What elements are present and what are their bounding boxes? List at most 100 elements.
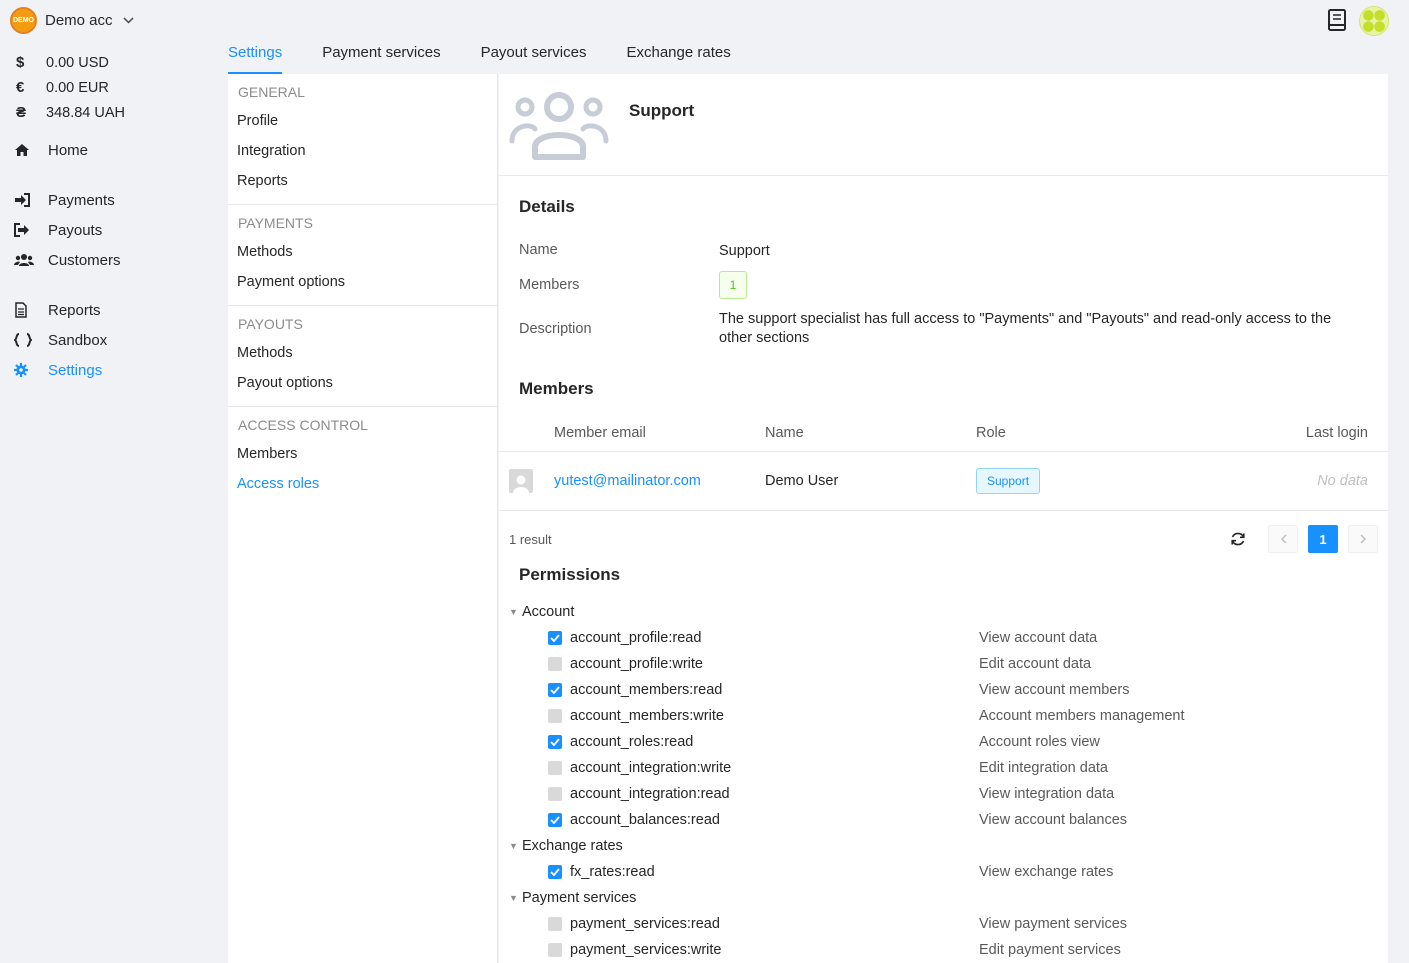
menu-item-payment-options[interactable]: Payment options	[228, 267, 497, 297]
menu-item-payout-options[interactable]: Payout options	[228, 368, 497, 398]
book-icon[interactable]	[1327, 8, 1347, 34]
menu-item-profile[interactable]: Profile	[228, 106, 497, 136]
member-name: Demo User	[765, 473, 839, 489]
prev-page-button[interactable]	[1268, 525, 1298, 553]
sign-in-icon	[14, 193, 48, 207]
permission-description: View account members	[979, 682, 1130, 698]
menu-group-payments: PAYMENTS Methods Payment options	[228, 205, 497, 306]
menu-item-payout-methods[interactable]: Methods	[228, 338, 497, 368]
refresh-icon[interactable]	[1230, 531, 1246, 547]
detail-row-members: Members 1	[519, 271, 1359, 299]
menu-item-members[interactable]: Members	[228, 439, 497, 469]
header-last-login[interactable]: Last login	[1276, 425, 1378, 441]
caret-down-icon[interactable]: ▼	[509, 607, 522, 617]
menu-item-payment-methods[interactable]: Methods	[228, 237, 497, 267]
permission-item: account_members:write Account members man…	[509, 703, 1379, 729]
permission-checkbox[interactable]	[548, 813, 562, 827]
permission-key: fx_rates:read	[570, 864, 655, 880]
menu-group-payouts: PAYOUTS Methods Payout options	[228, 306, 497, 407]
header-role[interactable]: Role	[976, 425, 1276, 441]
permission-group-name: Exchange rates	[522, 838, 623, 854]
permission-checkbox[interactable]	[548, 683, 562, 697]
table-row[interactable]: yutest@mailinator.com Demo User Support …	[499, 452, 1388, 511]
nav-label: Reports	[48, 301, 101, 319]
permission-checkbox[interactable]	[548, 709, 562, 723]
menu-group-general: GENERAL Profile Integration Reports	[228, 74, 497, 205]
nav-item-payouts[interactable]: Payouts	[14, 215, 214, 245]
tab-exchange-rates[interactable]: Exchange rates	[626, 44, 730, 74]
member-email-link[interactable]: yutest@mailinator.com	[554, 473, 765, 489]
result-count: 1 result	[509, 531, 552, 547]
avatar-cell	[499, 469, 554, 493]
nav-item-payments[interactable]: Payments	[14, 185, 214, 215]
tab-settings[interactable]: Settings	[228, 44, 283, 74]
members-table: Member email Name Role Last login yutest…	[499, 414, 1388, 511]
permission-key: account_profile:write	[570, 656, 703, 672]
dollar-icon: $	[16, 54, 25, 71]
permission-item: account_profile:read View account data	[509, 625, 1379, 651]
balance-value: 0.00 USD	[46, 54, 109, 71]
permission-item: account_members:read View account members	[509, 677, 1379, 703]
role-tag: Support	[976, 468, 1041, 494]
permission-description: Edit payment services	[979, 942, 1121, 958]
menu-item-reports[interactable]: Reports	[228, 166, 497, 196]
detail-label: Members	[519, 277, 580, 293]
permissions-tree: ▼ Account account_profile:read View account…	[509, 599, 1379, 963]
braces-icon	[14, 333, 48, 347]
permission-description: Edit account data	[979, 656, 1092, 672]
permission-checkbox[interactable]	[548, 787, 562, 801]
permission-checkbox[interactable]	[548, 943, 562, 957]
header-member-email[interactable]: Member email	[554, 425, 765, 441]
menu-item-integration[interactable]: Integration	[228, 136, 497, 166]
permission-checkbox[interactable]	[548, 917, 562, 931]
permission-item: account_roles:read Account roles view	[509, 729, 1379, 755]
permission-checkbox[interactable]	[548, 631, 562, 645]
permission-key: account_members:write	[570, 708, 724, 724]
permission-checkbox[interactable]	[548, 865, 562, 879]
permission-description: View payment services	[979, 916, 1128, 932]
permission-key: account_integration:read	[570, 786, 730, 802]
balances: $ 0.00 USD € 0.00 EUR ₴ 348.84 UAH	[16, 50, 125, 125]
permission-key: payment_services:read	[570, 916, 720, 932]
nav-label: Home	[48, 141, 89, 159]
header-name[interactable]: Name	[765, 425, 976, 441]
page-button-current[interactable]: 1	[1308, 525, 1338, 553]
user-avatar[interactable]	[1359, 6, 1389, 36]
permission-checkbox[interactable]	[548, 657, 562, 671]
nav-item-home[interactable]: Home	[14, 135, 214, 165]
permission-key: account_roles:read	[570, 734, 694, 750]
caret-down-icon[interactable]: ▼	[509, 841, 522, 851]
nav-group-home: Home	[14, 135, 214, 165]
table-header: Member email Name Role Last login	[499, 414, 1388, 452]
tab-payment-services[interactable]: Payment services	[322, 44, 440, 74]
members-count-badge: 1	[719, 271, 747, 299]
left-navigation: DEMO Demo acc $ 0.00 USD € 0.00 EUR ₴ 34…	[0, 0, 228, 963]
next-page-button[interactable]	[1348, 525, 1378, 553]
account-switcher[interactable]: DEMO Demo acc	[10, 7, 134, 34]
nav-item-sandbox[interactable]: Sandbox	[14, 325, 214, 355]
menu-group-access: ACCESS CONTROL Members Access roles	[228, 407, 497, 507]
permission-checkbox[interactable]	[548, 761, 562, 775]
nav-item-customers[interactable]: Customers	[14, 245, 214, 275]
detail-value: 1	[719, 271, 1359, 299]
permission-checkbox[interactable]	[548, 735, 562, 749]
role-title: Support	[629, 101, 695, 120]
permission-group[interactable]: ▼ Exchange rates	[509, 833, 1379, 859]
permission-item: fx_rates:read View exchange rates	[509, 859, 1379, 885]
menu-item-access-roles[interactable]: Access roles	[228, 469, 497, 499]
role-detail-panel: Support Details Name Support Members 1 D…	[499, 74, 1388, 963]
nav-item-reports[interactable]: Reports	[14, 295, 214, 325]
permission-key: account_profile:read	[570, 630, 702, 646]
caret-down-icon[interactable]: ▼	[509, 893, 522, 903]
permission-group[interactable]: ▼ Account	[509, 599, 1379, 625]
permission-key: account_integration:write	[570, 760, 732, 776]
balance-usd: $ 0.00 USD	[16, 50, 125, 75]
gear-icon	[14, 363, 48, 377]
permission-group[interactable]: ▼ Payment services	[509, 885, 1379, 911]
users-icon	[509, 85, 609, 165]
menu-group-title: ACCESS CONTROL	[238, 417, 368, 433]
permission-item: payment_services:write Edit payment servi…	[509, 937, 1379, 963]
nav-item-settings[interactable]: Settings	[14, 355, 214, 385]
nav-group-tools: Reports Sandbox Settings	[14, 295, 214, 385]
tab-payout-services[interactable]: Payout services	[481, 44, 587, 74]
